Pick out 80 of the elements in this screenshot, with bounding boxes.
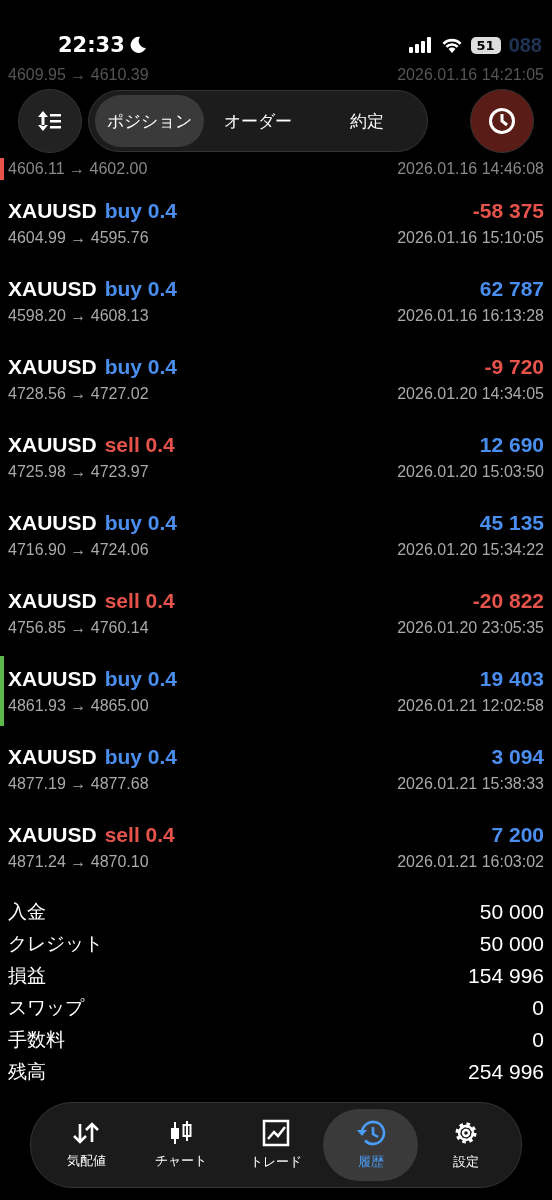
tab[interactable]: ポジション	[95, 95, 204, 147]
summary-value: 50 000	[479, 900, 544, 924]
symbol-text: XAUUSD	[8, 823, 97, 847]
tab[interactable]: オーダー	[203, 95, 313, 147]
price-text: 4606.11 → 4602.00	[8, 160, 148, 178]
deal-time: 2026.01.20 23:05:35	[397, 619, 544, 637]
side-text: buy 0.4	[104, 745, 178, 769]
side-text: buy 0.4	[104, 667, 178, 691]
amount-text: 088	[508, 33, 542, 57]
price-text: 4716.90 → 4724.06	[8, 541, 149, 559]
symbol-text: XAUUSD	[8, 745, 97, 769]
symbol-text: XAUUSD	[8, 355, 97, 379]
wifi-icon	[440, 37, 463, 53]
sort-icon	[37, 110, 63, 132]
deal-time: 2026.01.20 15:03:50	[397, 463, 544, 481]
symbol-text: XAUUSD	[8, 277, 97, 301]
profit-text: 45 135	[479, 511, 544, 535]
summary-label: 残高	[8, 1059, 46, 1084]
nav-item[interactable]: チャート	[133, 1109, 229, 1181]
deal-time: 2026.01.21 16:03:02	[397, 853, 544, 871]
deal-time: 2026.01.21 12:02:58	[397, 697, 544, 715]
summary-label: スワップ	[8, 995, 84, 1020]
price-text: 4871.24 → 4870.10	[8, 853, 149, 871]
symbol-text: XAUUSD	[8, 199, 97, 223]
profit-text: -20 822	[472, 589, 544, 613]
summary-label: 手数料	[8, 1027, 65, 1052]
profit-text: 62 787	[479, 277, 544, 301]
symbol-text: XAUUSD	[8, 433, 97, 457]
deal-time: 2026.01.16 16:13:28	[397, 307, 544, 325]
nav-item[interactable]: トレード	[228, 1109, 324, 1181]
price-text: 4861.93 → 4865.00	[8, 697, 149, 715]
price-text: 4877.19 → 4877.68	[8, 775, 149, 793]
profit-text: 19 403	[479, 667, 544, 691]
moon-icon	[128, 36, 147, 54]
candlestick-icon	[169, 1120, 194, 1146]
side-text: buy 0.4	[104, 511, 178, 535]
side-text: sell 0.4	[104, 823, 175, 847]
price-text: 4609.95 → 4610.39	[8, 66, 149, 85]
deal-time: 2026.01.21 15:38:33	[397, 775, 544, 793]
side-text: sell 0.4	[104, 589, 175, 613]
deal-time: 2026.01.16 15:10:05	[397, 229, 544, 247]
price-text: 4728.56 → 4727.02	[8, 385, 149, 403]
summary-label: 入金	[8, 899, 46, 924]
profit-text: -9 720	[484, 355, 544, 379]
profit-text: 3 094	[491, 745, 544, 769]
symbol-text: XAUUSD	[8, 589, 97, 613]
status-time: 22:33	[58, 33, 125, 57]
price-text: 4604.99 → 4595.76	[8, 229, 149, 247]
summary-label: 損益	[8, 963, 46, 988]
nav-item[interactable]: 気配値	[39, 1109, 134, 1181]
profit-text: -58 375	[472, 199, 544, 223]
summary-value: 50 000	[479, 932, 544, 956]
nav-item[interactable]: 履歴	[323, 1109, 419, 1181]
summary-label: クレジット	[8, 931, 103, 956]
side-text: buy 0.4	[104, 277, 178, 301]
side-text: buy 0.4	[104, 355, 178, 379]
price-text: 4598.20 → 4608.13	[8, 307, 149, 325]
history-icon	[355, 1119, 386, 1147]
clock-icon	[488, 107, 516, 135]
deal-time: 2026.01.16 14:46:08	[397, 160, 544, 178]
summary-value: 0	[532, 996, 544, 1020]
nav-item[interactable]: 設定	[418, 1109, 513, 1181]
signal-icon	[408, 37, 433, 53]
deal-time: 2026.01.16 14:21:05	[397, 66, 544, 85]
tab[interactable]: 約定	[312, 95, 421, 147]
deal-time: 2026.01.20 15:34:22	[397, 541, 544, 559]
battery-indicator: 51	[470, 36, 501, 54]
line-chart-icon	[262, 1119, 290, 1147]
deal-time: 2026.01.20 14:34:05	[397, 385, 544, 403]
summary-value: 0	[532, 1028, 544, 1052]
price-text: 4756.85 → 4760.14	[8, 619, 149, 637]
symbol-text: XAUUSD	[8, 667, 97, 691]
summary-value: 154 996	[468, 964, 544, 988]
side-text: sell 0.4	[104, 433, 175, 457]
summary-value: 254 996	[468, 1060, 544, 1084]
symbol-text: XAUUSD	[8, 511, 97, 535]
price-text: 4725.98 → 4723.97	[8, 463, 149, 481]
side-text: buy 0.4	[104, 199, 178, 223]
profit-text: 12 690	[479, 433, 544, 457]
profit-text: 7 200	[491, 823, 544, 847]
